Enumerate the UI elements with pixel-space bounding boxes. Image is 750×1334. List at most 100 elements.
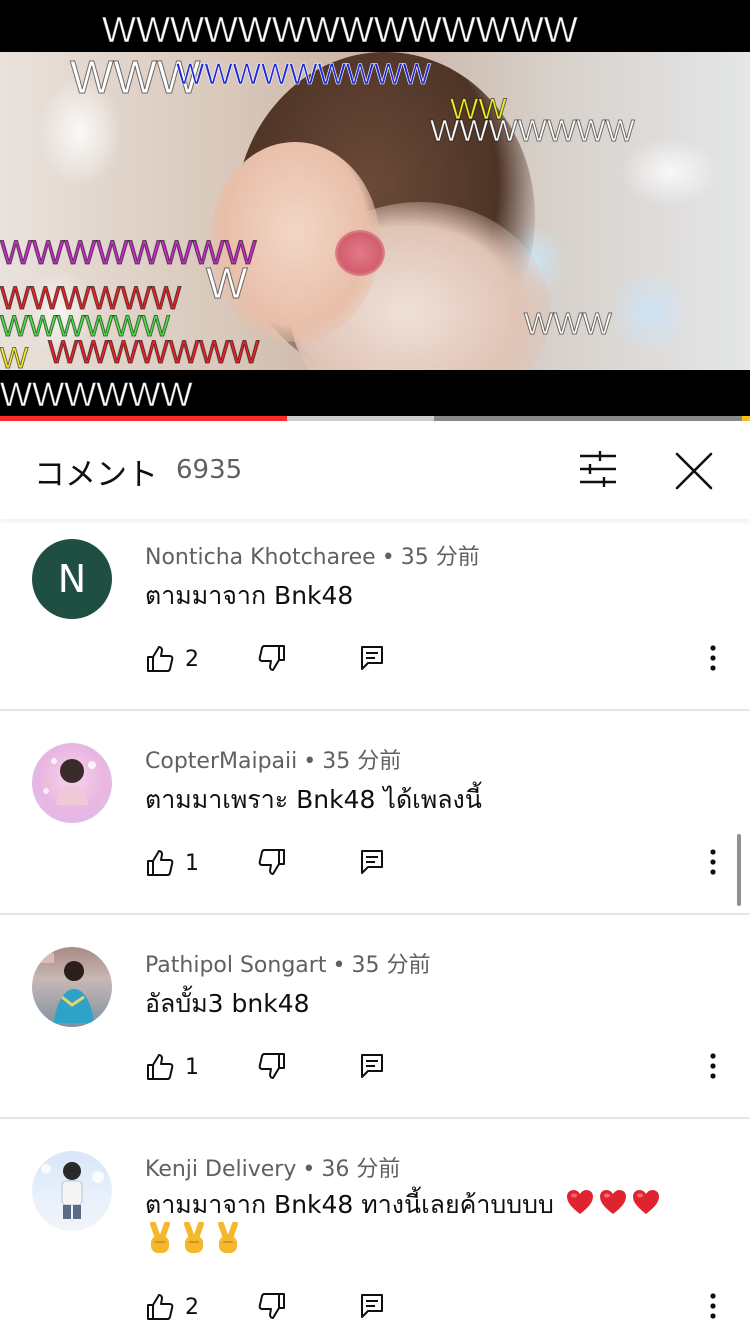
thumbs-up-icon <box>147 1294 174 1320</box>
avatar-kenji-image <box>41 1162 104 1219</box>
more-vertical-icon <box>710 849 716 875</box>
danmaku-comment: W <box>206 259 249 308</box>
like-count: 2 <box>185 646 199 672</box>
like-count: 2 <box>185 1294 199 1320</box>
dislike-button[interactable] <box>257 1291 287 1325</box>
heart-emoji-icon <box>598 1187 628 1217</box>
like-count: 1 <box>185 1054 199 1080</box>
comment-meta: Kenji Delivery • 36 分前 <box>145 1151 400 1183</box>
comment-text: อัลบั้ม3 bnk48 <box>145 989 310 1018</box>
avatar[interactable] <box>32 947 112 1027</box>
thumbs-up-icon <box>147 646 174 672</box>
danmaku-comment: WWWWWWWWWWWWWW <box>102 9 579 50</box>
reply-button[interactable] <box>360 1053 384 1083</box>
more-options-button[interactable] <box>703 847 723 879</box>
comment-item: Pathipol Songart • 35 分前 อัลบั้ม3 bnk48 1 <box>0 927 750 1119</box>
comment-meta: CopterMaipaii • 35 分前 <box>145 743 401 775</box>
comment-text-body: ตามมาจาก Bnk48 ทางนี้เลยค้าบบบบ <box>145 1190 554 1219</box>
comment-divider <box>0 913 750 915</box>
tune-icon <box>580 451 616 487</box>
comment-actions: 1 <box>145 1051 735 1091</box>
avatar[interactable] <box>32 1151 112 1231</box>
dislike-button[interactable] <box>257 1051 287 1085</box>
separator-dot: • <box>381 545 395 570</box>
reply-button[interactable] <box>360 645 384 675</box>
comments-header: コメント 6935 <box>0 421 750 519</box>
reply-icon <box>361 1294 383 1318</box>
victory-hand-emoji-icon <box>179 1221 209 1256</box>
danmaku-comment: WWWWWW <box>0 376 193 414</box>
comment-time[interactable]: 36 分前 <box>321 1157 400 1182</box>
reply-button[interactable] <box>360 849 384 879</box>
like-button[interactable]: 1 <box>145 847 199 879</box>
separator-dot: • <box>303 749 317 774</box>
like-button[interactable]: 2 <box>145 1291 199 1323</box>
reply-icon <box>361 1054 383 1078</box>
victory-hand-emoji-icon <box>145 1221 175 1256</box>
comment-item: N Nonticha Khotcharee • 35 分前 ตามมาจาก Bnk… <box>0 519 750 711</box>
thumbs-down-icon <box>258 1053 285 1079</box>
comment-text: ตามมาจาก Bnk48 <box>145 581 354 610</box>
more-vertical-icon <box>710 645 716 671</box>
more-options-button[interactable] <box>703 643 723 675</box>
comment-divider <box>0 709 750 711</box>
dislike-button[interactable] <box>257 643 287 677</box>
more-vertical-icon <box>710 1293 716 1319</box>
danmaku-comment: W <box>0 342 29 375</box>
video-player[interactable]: WWWWWWWWWWWWWW WWW WWWWWWWWW WW WWWWWWW … <box>0 0 750 418</box>
comment-author[interactable]: Pathipol Songart <box>145 953 326 978</box>
thumbs-up-icon <box>147 1054 174 1080</box>
thumbs-down-icon <box>258 849 285 875</box>
danmaku-comment: WWW <box>524 306 613 341</box>
reply-icon <box>361 850 383 874</box>
separator-dot: • <box>302 1157 316 1182</box>
comment-time[interactable]: 35 分前 <box>401 545 480 570</box>
comment-item: CopterMaipaii • 35 分前 ตามมาเพราะ Bnk48 ได้… <box>0 723 750 915</box>
comment-author[interactable]: CopterMaipaii <box>145 749 297 774</box>
heart-emoji-icon <box>631 1187 661 1217</box>
comments-title: コメント <box>34 457 158 493</box>
danmaku-comment: WWWWWWW <box>47 334 260 370</box>
avatar-letter: N <box>57 557 87 601</box>
like-count: 1 <box>185 850 199 876</box>
comment-time[interactable]: 35 分前 <box>351 953 430 978</box>
reply-icon <box>361 646 383 670</box>
more-options-button[interactable] <box>703 1291 723 1323</box>
separator-dot: • <box>332 953 346 978</box>
comment-time[interactable]: 35 分前 <box>322 749 401 774</box>
thumbs-down-icon <box>258 1293 285 1319</box>
comment-author[interactable]: Nonticha Khotcharee <box>145 545 376 570</box>
avatar[interactable] <box>32 743 112 823</box>
video-heart-prop <box>335 230 385 276</box>
comments-list[interactable]: N Nonticha Khotcharee • 35 分前 ตามมาจาก Bnk… <box>0 519 750 1334</box>
comment-item: Kenji Delivery • 36 分前 ตามมาจาก Bnk48 ทางน… <box>0 1131 750 1334</box>
comment-author[interactable]: Kenji Delivery <box>145 1157 296 1182</box>
avatar-copter-image <box>43 758 96 805</box>
thumbs-down-icon <box>258 645 285 671</box>
avatar[interactable]: N <box>32 539 112 619</box>
scrollbar[interactable] <box>737 834 741 906</box>
comment-text: ตามมาเพราะ Bnk48 ได้เพลงนี้ <box>145 785 482 814</box>
like-button[interactable]: 2 <box>145 643 199 675</box>
more-vertical-icon <box>710 1053 716 1079</box>
thumbs-up-icon <box>147 850 174 876</box>
danmaku-comment: WWWWWWW <box>430 113 636 148</box>
sort-button[interactable] <box>576 449 620 489</box>
like-button[interactable]: 1 <box>145 1051 199 1083</box>
comment-meta: Pathipol Songart • 35 分前 <box>145 947 430 979</box>
comment-actions: 2 <box>145 643 735 683</box>
more-options-button[interactable] <box>703 1051 723 1083</box>
danmaku-comment: WWWWWWWWW <box>176 58 431 91</box>
victory-hand-emoji-icon <box>213 1221 243 1256</box>
reply-button[interactable] <box>360 1293 384 1323</box>
comment-actions: 2 <box>145 1291 735 1331</box>
comments-count: 6935 <box>176 455 243 485</box>
dislike-button[interactable] <box>257 847 287 881</box>
comment-text: ตามมาจาก Bnk48 ทางนี้เลยค้าบบบบ <box>145 1187 705 1259</box>
avatar-pathipol-image <box>38 953 94 1023</box>
comment-actions: 1 <box>145 847 735 887</box>
comment-meta: Nonticha Khotcharee • 35 分前 <box>145 539 480 571</box>
close-button[interactable] <box>672 449 716 493</box>
heart-emoji-icon <box>565 1187 595 1217</box>
comment-divider <box>0 1117 750 1119</box>
